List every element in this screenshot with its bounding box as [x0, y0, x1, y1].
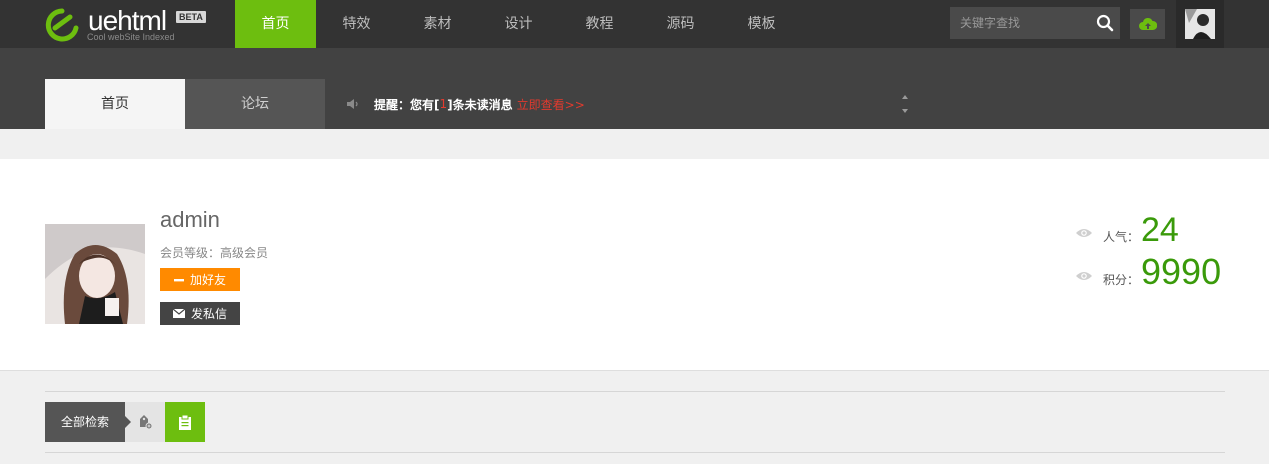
tab-forum[interactable]: 论坛	[185, 79, 325, 129]
filter-clipboard-button[interactable]	[165, 402, 205, 442]
add-friend-button[interactable]: 加好友	[160, 268, 240, 291]
profile-avatar	[45, 224, 145, 324]
upload-button[interactable]	[1130, 9, 1165, 39]
tag-add-icon	[140, 415, 152, 430]
spacer-strip	[0, 129, 1269, 159]
filter-all-button[interactable]: 全部检索	[45, 402, 131, 442]
eye-icon	[1076, 272, 1092, 280]
clipboard-icon	[179, 414, 191, 430]
logo-mark-icon	[45, 8, 79, 42]
member-level: 会员等级：高级会员	[160, 246, 269, 260]
notice-prefix: 提醒：您有[	[374, 97, 440, 112]
cloud-upload-icon	[1138, 17, 1157, 30]
nav-item-effects[interactable]: 特效	[316, 0, 397, 48]
nav-item-tutorials[interactable]: 教程	[559, 0, 640, 48]
nav-item-home[interactable]: 首页	[235, 0, 316, 48]
points-stat: 积分： 9990	[1075, 251, 1221, 293]
nav-item-templates[interactable]: 模板	[721, 0, 802, 48]
avatar-image	[1185, 9, 1215, 39]
notice-count: 1	[439, 97, 448, 111]
sub-header: 首页 论坛 提醒：您有[1]条未读消息 立即查看>>	[0, 48, 1269, 129]
top-navbar: uehtml BETA Cool webSite Indexed 首页 特效 素…	[0, 0, 1269, 48]
send-message-label: 发私信	[190, 307, 227, 321]
send-message-button[interactable]: 发私信	[160, 302, 240, 325]
popularity-stat: 人气： 24	[1075, 211, 1179, 250]
tab-home[interactable]: 首页	[45, 79, 185, 129]
nav-item-source[interactable]: 源码	[640, 0, 721, 48]
filter-bar: 全部检索	[45, 402, 205, 442]
nav-item-design[interactable]: 设计	[478, 0, 559, 48]
divider	[45, 391, 1225, 392]
logo-tagline: Cool webSite Indexed	[87, 32, 175, 42]
notice-suffix: ]条未读消息	[447, 97, 513, 112]
divider	[45, 452, 1225, 453]
nav-item-materials[interactable]: 素材	[397, 0, 478, 48]
points-value: 9990	[1141, 251, 1222, 292]
notice-view-link[interactable]: 立即查看>>	[517, 96, 585, 113]
minus-icon	[173, 278, 184, 281]
speaker-icon	[347, 99, 358, 109]
search-icon[interactable]	[1096, 14, 1114, 32]
points-label: 积分：	[1103, 273, 1140, 287]
eye-icon	[1076, 229, 1092, 237]
avatar	[1185, 9, 1215, 39]
site-logo[interactable]: uehtml BETA Cool webSite Indexed	[44, 6, 214, 44]
search-box	[950, 7, 1120, 39]
search-input[interactable]	[950, 7, 1090, 39]
beta-badge: BETA	[176, 11, 206, 23]
add-friend-label: 加好友	[189, 273, 226, 287]
profile-card: admin 会员等级：高级会员 加好友 发私信 人气： 24 积分： 9990	[0, 159, 1269, 371]
user-avatar-button[interactable]	[1176, 0, 1224, 48]
profile-username: admin	[160, 207, 220, 232]
main-nav: 首页 特效 素材 设计 教程 源码 模板	[235, 0, 802, 48]
notice-bar: 提醒：您有[1]条未读消息 立即查看>>	[346, 96, 585, 112]
popularity-value: 24	[1141, 211, 1179, 249]
notice-scroll-arrows-icon[interactable]	[900, 93, 910, 115]
envelope-icon	[172, 309, 185, 318]
filter-tag-button[interactable]	[125, 402, 165, 442]
popularity-label: 人气：	[1103, 230, 1140, 244]
profile-avatar-image	[45, 224, 145, 324]
